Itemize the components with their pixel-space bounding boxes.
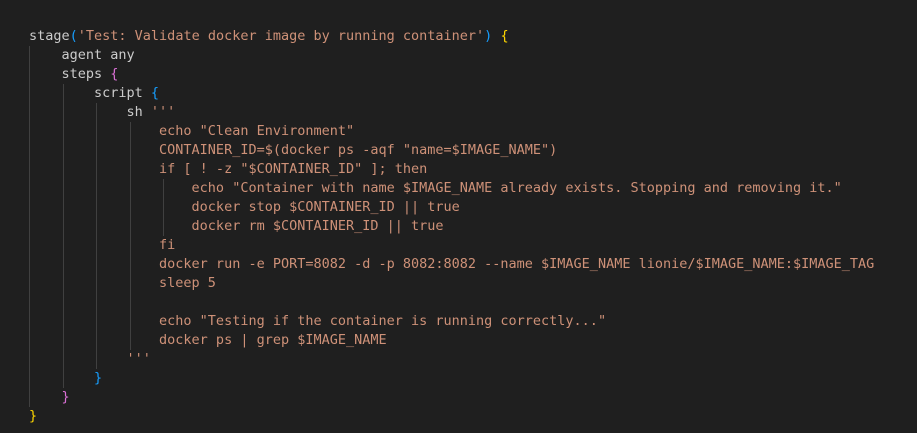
code-line[interactable]: stage('Test: Validate docker image by ru… <box>29 27 874 46</box>
code-block[interactable]: stage('Test: Validate docker image by ru… <box>29 27 874 426</box>
code-token-string: echo "Container with name $IMAGE_NAME al… <box>29 180 842 196</box>
code-line[interactable]: docker stop $CONTAINER_ID || true <box>29 198 874 217</box>
code-token-string: fi <box>29 237 176 253</box>
code-line[interactable]: echo "Clean Environment" <box>29 122 874 141</box>
code-token-string: sleep 5 <box>29 275 216 291</box>
code-token-default <box>29 389 62 405</box>
code-token-string: docker stop $CONTAINER_ID || true <box>29 199 460 215</box>
code-token-string: docker run -e PORT=8082 -d -p 8082:8082 … <box>29 256 875 272</box>
code-token-string: echo "Testing if the container is runnin… <box>29 313 607 329</box>
code-token-default: agent any <box>29 47 135 63</box>
code-token-brace-b: } <box>94 370 103 386</box>
code-token-string: 'Test: Validate docker image by running … <box>77 28 485 44</box>
code-token-paren: ( <box>69 28 78 44</box>
code-token-string: docker rm $CONTAINER_ID || true <box>29 218 444 234</box>
code-line[interactable]: sh ''' <box>29 103 874 122</box>
code-token-string: if [ ! -z "$CONTAINER_ID" ]; then <box>29 161 428 177</box>
code-token-default <box>29 370 94 386</box>
code-line[interactable]: docker run -e PORT=8082 -d -p 8082:8082 … <box>29 255 874 274</box>
code-line[interactable]: steps { <box>29 65 874 84</box>
code-token-string: docker ps | grep $IMAGE_NAME <box>29 332 387 348</box>
code-token-brace-y: } <box>29 408 38 424</box>
code-line[interactable]: if [ ! -z "$CONTAINER_ID" ]; then <box>29 160 874 179</box>
code-token-brace-b: { <box>150 85 160 101</box>
code-line[interactable]: docker rm $CONTAINER_ID || true <box>29 217 874 236</box>
code-line[interactable]: ​ <box>29 293 874 312</box>
code-line[interactable]: echo "Container with name $IMAGE_NAME al… <box>29 179 874 198</box>
code-token-brace-p: { <box>110 66 119 82</box>
code-line[interactable]: docker ps | grep $IMAGE_NAME <box>29 331 874 350</box>
code-line[interactable]: sleep 5 <box>29 274 874 293</box>
code-token-string: ''' <box>29 351 151 367</box>
code-line[interactable]: CONTAINER_ID=$(docker ps -aqf "name=$IMA… <box>29 141 874 160</box>
code-line[interactable]: agent any <box>29 46 874 65</box>
code-token-string: echo "Clean Environment" <box>29 123 355 139</box>
code-token-brace-y: { <box>500 28 509 44</box>
code-line[interactable]: echo "Testing if the container is runnin… <box>29 312 874 331</box>
code-token-default: script <box>29 85 151 101</box>
code-line[interactable]: script { <box>29 84 874 103</box>
code-token-brace-p: } <box>61 389 70 405</box>
code-token-string: ''' <box>150 104 176 120</box>
code-line[interactable]: fi <box>29 236 874 255</box>
code-line[interactable]: } <box>29 388 874 407</box>
code-token-default: stage <box>29 28 70 44</box>
code-line[interactable]: } <box>29 369 874 388</box>
code-token-default: sh <box>29 104 151 120</box>
code-token-default: steps <box>29 66 111 82</box>
code-line[interactable]: } <box>29 407 874 426</box>
code-editor[interactable]: stage('Test: Validate docker image by ru… <box>0 0 917 433</box>
code-line[interactable]: ''' <box>29 350 874 369</box>
code-token-string: CONTAINER_ID=$(docker ps -aqf "name=$IMA… <box>29 142 558 158</box>
